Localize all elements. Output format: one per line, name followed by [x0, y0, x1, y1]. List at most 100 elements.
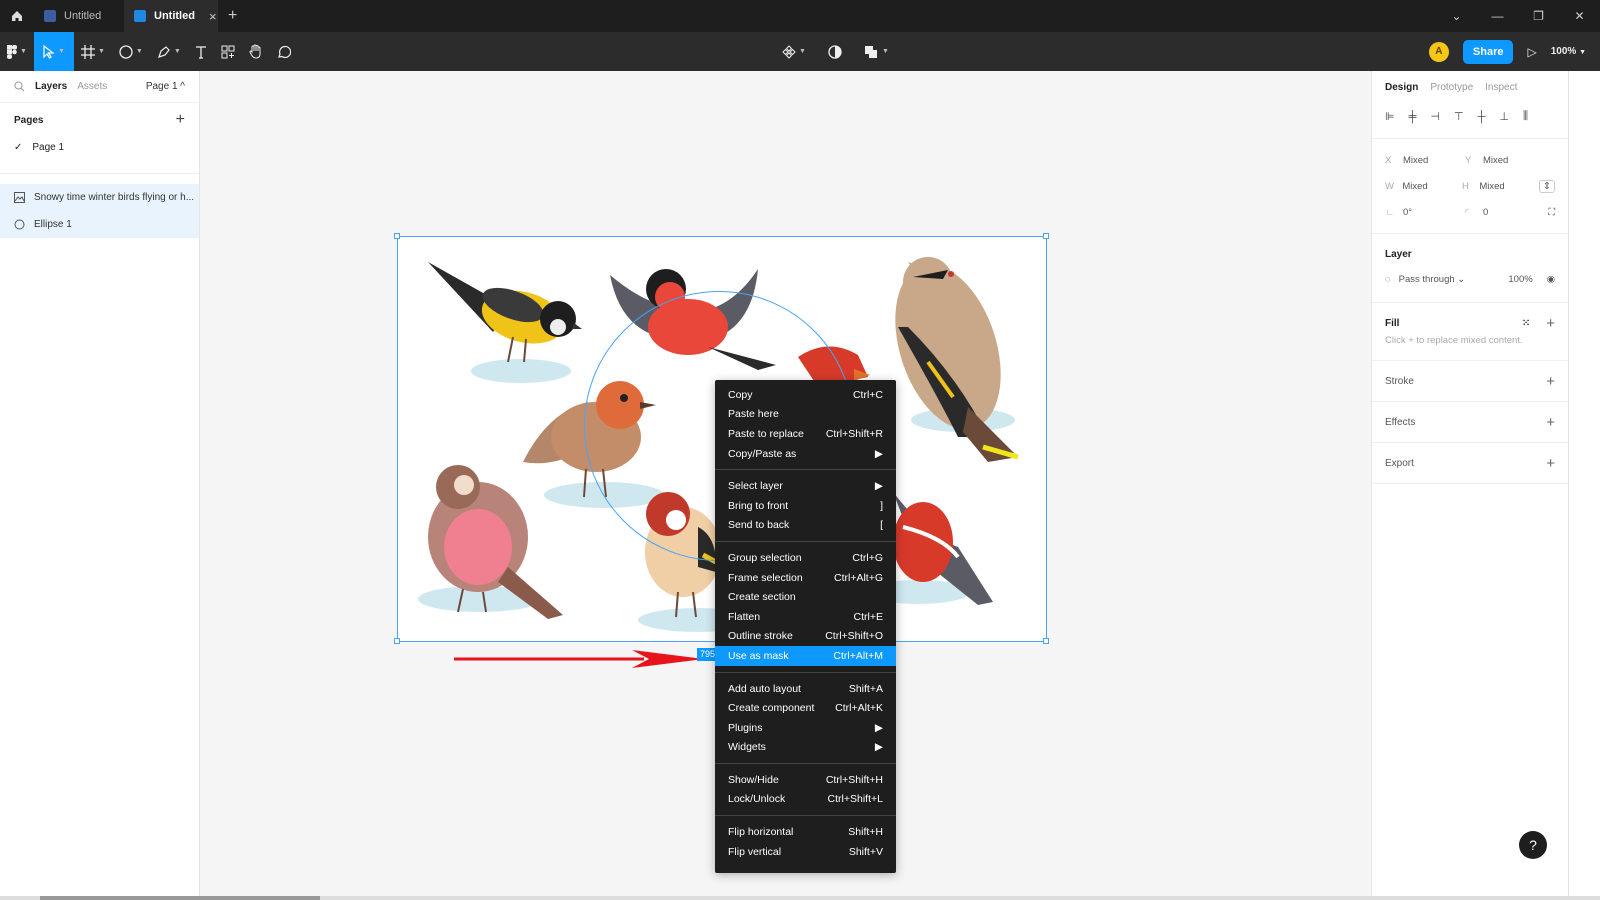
- menu-item-plugins[interactable]: Plugins ▶: [715, 718, 896, 738]
- menu-item-create-section[interactable]: Create section: [715, 587, 896, 607]
- pages-heading: Pages: [14, 114, 44, 126]
- rotation-input[interactable]: 0°: [1403, 207, 1465, 218]
- minimize-button[interactable]: —: [1477, 9, 1518, 23]
- menu-item-flip-horizontal[interactable]: Flip horizontal Shift+H: [715, 822, 896, 842]
- menu-item-paste-to-replace[interactable]: Paste to replace Ctrl+Shift+R: [715, 424, 896, 444]
- transform-properties: X Mixed Y Mixed W Mixed H Mixed ⇕ ∟ 0° ◜…: [1372, 139, 1568, 234]
- styles-grid-icon[interactable]: ⁙: [1522, 318, 1530, 329]
- menu-item-frame-selection[interactable]: Frame selection Ctrl+Alt+G: [715, 568, 896, 588]
- move-tool[interactable]: ▼: [33, 32, 74, 71]
- tab-assets[interactable]: Assets: [77, 81, 107, 92]
- x-input[interactable]: Mixed: [1403, 155, 1465, 166]
- share-button[interactable]: Share: [1462, 39, 1514, 64]
- tab-prototype[interactable]: Prototype: [1430, 82, 1473, 93]
- hand-tool[interactable]: [242, 32, 270, 71]
- menu-item-copy-paste-as[interactable]: Copy/Paste as ▶: [715, 444, 896, 464]
- align-middle-v-icon[interactable]: ┼: [1478, 111, 1486, 123]
- width-input[interactable]: Mixed: [1402, 181, 1462, 192]
- tab-untitled-1[interactable]: Untitled: [34, 0, 124, 32]
- add-fill-icon[interactable]: +: [1546, 315, 1555, 332]
- distribute-icon[interactable]: ⫼: [1523, 110, 1528, 123]
- home-icon[interactable]: [0, 0, 34, 32]
- component-actions-button[interactable]: ▼: [775, 32, 813, 71]
- layer-section: Layer ◌ Pass through ⌄ 100% ◉: [1372, 234, 1568, 303]
- menu-item-create-component[interactable]: Create component Ctrl+Alt+K: [715, 698, 896, 718]
- zoom-dropdown[interactable]: 100% ▼: [1551, 46, 1586, 57]
- mask-button[interactable]: [821, 32, 849, 71]
- eye-icon[interactable]: ◉: [1547, 274, 1555, 285]
- align-top-icon[interactable]: ⊤: [1454, 110, 1464, 123]
- avatar[interactable]: A: [1428, 41, 1449, 62]
- blend-mode-dropdown[interactable]: Pass through ⌄: [1399, 274, 1466, 285]
- tab-layers[interactable]: Layers: [35, 81, 67, 92]
- align-center-h-icon[interactable]: ╪: [1409, 111, 1417, 123]
- height-input[interactable]: Mixed: [1479, 181, 1539, 192]
- menu-item-group-selection[interactable]: Group selection Ctrl+G: [715, 548, 896, 568]
- text-tool[interactable]: [188, 32, 214, 71]
- restore-button[interactable]: ❐: [1518, 9, 1559, 23]
- menu-item-show-hide[interactable]: Show/Hide Ctrl+Shift+H: [715, 770, 896, 790]
- resize-handle-top-left[interactable]: [394, 233, 400, 239]
- horizontal-scrollbar[interactable]: [0, 896, 1600, 900]
- boolean-button[interactable]: ▼: [857, 32, 896, 71]
- scrollbar-thumb[interactable]: [40, 896, 320, 900]
- new-tab-button[interactable]: +: [218, 7, 247, 25]
- menu-item-add-auto-layout[interactable]: Add auto layout Shift+A: [715, 679, 896, 699]
- page-selector[interactable]: Page 1 ^: [146, 81, 185, 92]
- independent-corners-icon[interactable]: ⛶: [1548, 207, 1555, 218]
- tab-close-icon[interactable]: ×: [209, 9, 217, 24]
- layer-item-ellipse[interactable]: Ellipse 1: [0, 211, 199, 238]
- tab-inspect[interactable]: Inspect: [1485, 82, 1517, 93]
- stroke-heading: Stroke: [1385, 375, 1414, 387]
- fill-section: Fill ⁙ + Click + to replace mixed conten…: [1372, 303, 1568, 361]
- dropdown-icon[interactable]: ⌄: [1436, 9, 1477, 23]
- align-right-icon[interactable]: ⊣: [1430, 110, 1440, 123]
- resize-handle-top-right[interactable]: [1043, 233, 1049, 239]
- tab-design[interactable]: Design: [1385, 82, 1418, 93]
- radius-input[interactable]: 0: [1483, 207, 1545, 218]
- resources-tool[interactable]: [214, 32, 242, 71]
- resize-handle-bottom-right[interactable]: [1043, 638, 1049, 644]
- resize-handle-bottom-left[interactable]: [394, 638, 400, 644]
- add-page-icon[interactable]: +: [176, 111, 185, 129]
- constrain-proportions-icon[interactable]: ⇕: [1539, 179, 1555, 193]
- close-window-button[interactable]: ✕: [1559, 9, 1600, 23]
- align-bottom-icon[interactable]: ⊥: [1499, 110, 1509, 123]
- help-button[interactable]: ?: [1519, 831, 1547, 859]
- present-play-icon[interactable]: ▷: [1527, 45, 1536, 59]
- chevron-down-icon: ▼: [97, 48, 105, 55]
- menu-item-widgets[interactable]: Widgets ▶: [715, 738, 896, 758]
- main-menu-button[interactable]: ▼: [0, 32, 34, 71]
- menu-item-send-to-back[interactable]: Send to back[: [715, 516, 896, 536]
- menu-item-flatten[interactable]: Flatten Ctrl+E: [715, 607, 896, 627]
- page-item[interactable]: ✓ Page 1: [0, 137, 199, 157]
- add-export-icon[interactable]: +: [1546, 455, 1555, 472]
- chevron-down-icon: ▼: [1579, 49, 1586, 56]
- layer-item-image[interactable]: Snowy time winter birds flying or h...: [0, 184, 199, 211]
- menu-item-copy[interactable]: Copy Ctrl+C: [715, 385, 896, 405]
- shape-tool[interactable]: ▼: [112, 32, 150, 71]
- effects-heading: Effects: [1385, 416, 1416, 428]
- tab-untitled-2[interactable]: Untitled ×: [124, 0, 218, 32]
- menu-item-paste-here[interactable]: Paste here: [715, 405, 896, 425]
- title-bar: Untitled Untitled × + ⌄ — ❐ ✕: [0, 0, 1600, 32]
- left-panel-tabs: Layers Assets Page 1 ^: [0, 71, 199, 103]
- menu-item-bring-to-front[interactable]: Bring to front]: [715, 496, 896, 516]
- add-effect-icon[interactable]: +: [1546, 414, 1555, 431]
- menu-item-outline-stroke[interactable]: Outline stroke Ctrl+Shift+O: [715, 627, 896, 647]
- submenu-arrow-icon: ▶: [874, 741, 883, 754]
- y-input[interactable]: Mixed: [1483, 155, 1545, 166]
- menu-item-flip-vertical[interactable]: Flip vertical Shift+V: [715, 842, 896, 862]
- frame-tool[interactable]: ▼: [74, 32, 112, 71]
- opacity-input[interactable]: 100%: [1508, 274, 1532, 285]
- export-section: Export +: [1372, 443, 1568, 484]
- comment-tool[interactable]: [270, 32, 298, 71]
- align-left-icon[interactable]: ⊫: [1385, 110, 1395, 123]
- add-stroke-icon[interactable]: +: [1546, 373, 1555, 390]
- layers-panel: Layers Assets Page 1 ^ Pages + ✓ Page 1 …: [0, 71, 200, 896]
- pen-tool[interactable]: ▼: [150, 32, 188, 71]
- menu-item-select-layer[interactable]: Select layer ▶: [715, 476, 896, 496]
- menu-item-lock-unlock[interactable]: Lock/Unlock Ctrl+Shift+L: [715, 790, 896, 810]
- menu-item-use-as-mask[interactable]: Use as mask Ctrl+Alt+M: [715, 646, 896, 666]
- search-icon[interactable]: [14, 81, 25, 92]
